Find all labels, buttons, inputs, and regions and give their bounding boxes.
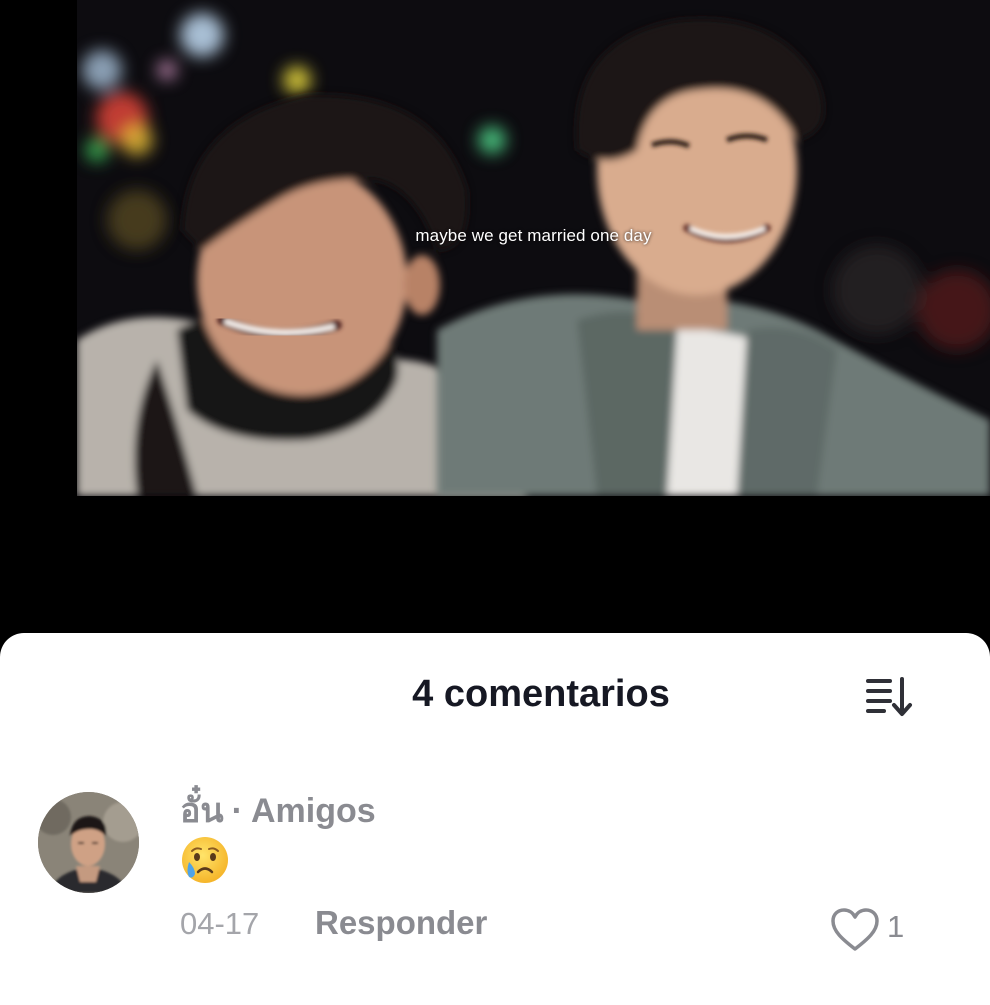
comment-item[interactable]: อั๋น · Amigos 04-17 Responder 1 (0, 773, 990, 1003)
comment-text (180, 835, 230, 885)
like-count: 1 (887, 909, 905, 944)
heart-outline-icon (831, 908, 879, 951)
avatar-image (38, 792, 139, 893)
crying-face-emoji-icon (182, 837, 228, 883)
comment-author-line: อั๋น · Amigos (180, 783, 376, 830)
comment-date: 04-17 (180, 906, 260, 941)
comments-title: 4 comentarios (412, 673, 670, 715)
screen: maybe we get married one day 4 comentari… (0, 0, 990, 1005)
comments-sheet: 4 comentarios อั๋น · Amigos 04-17 Respon… (0, 633, 990, 1005)
video-frame-image (77, 0, 990, 496)
video-player[interactable]: maybe we get married one day (77, 0, 990, 496)
avatar[interactable] (38, 792, 139, 893)
reply-button[interactable]: Responder (315, 904, 487, 942)
sort-descending-icon (866, 677, 912, 716)
author-relation-badge: Amigos (251, 792, 376, 830)
video-caption: maybe we get married one day (415, 226, 652, 245)
author-separator: · (231, 792, 243, 830)
like-button[interactable] (830, 907, 880, 953)
sort-comments-button[interactable] (858, 673, 922, 721)
comment-author-name[interactable]: อั๋น (180, 783, 224, 837)
comments-header: 4 comentarios (0, 633, 990, 753)
